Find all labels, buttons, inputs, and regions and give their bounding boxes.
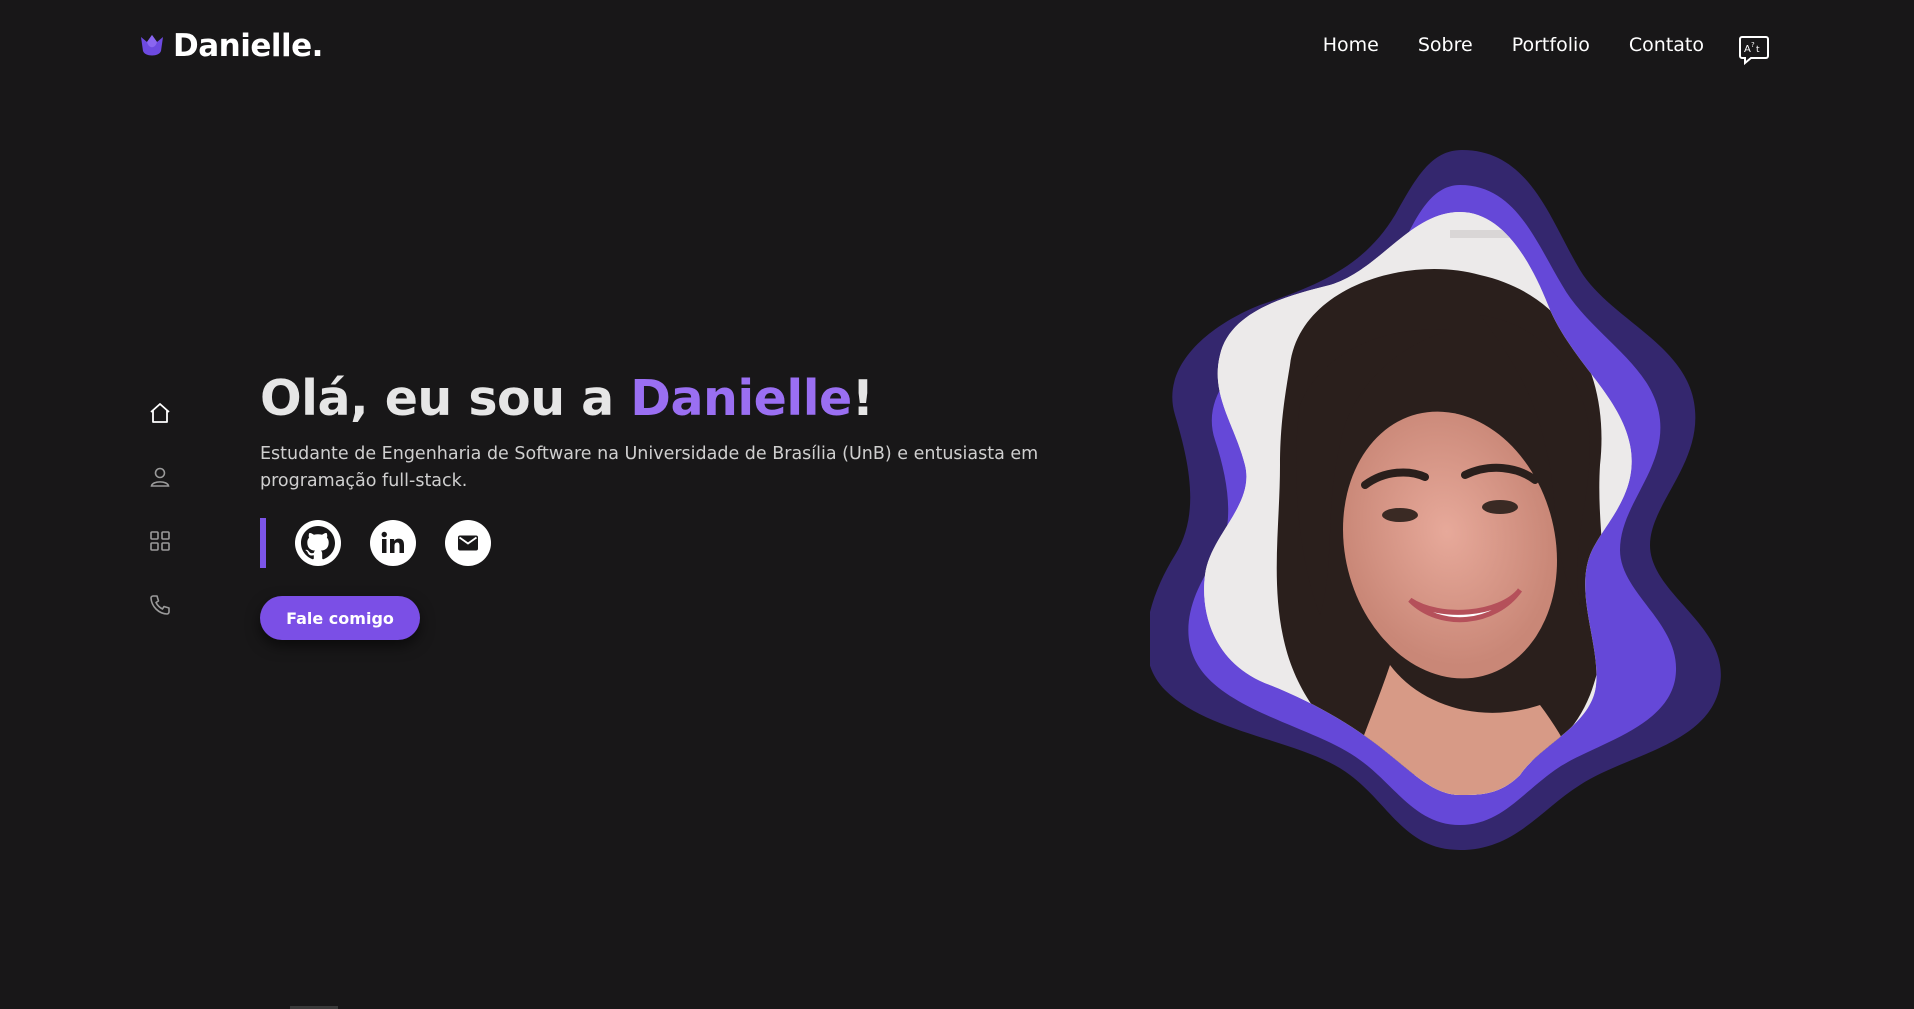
hero-title: Olá, eu sou a Danielle!: [260, 370, 874, 427]
side-nav-home[interactable]: [145, 398, 175, 428]
nav-home[interactable]: Home: [1323, 34, 1379, 56]
mail-icon: [458, 535, 478, 551]
hero-exclaim: !: [851, 370, 874, 427]
profile-portrait: [1150, 150, 1721, 850]
svg-text:t: t: [1756, 45, 1760, 55]
main-nav: Home Sobre Portfolio Contato: [1323, 34, 1704, 56]
nav-sobre[interactable]: Sobre: [1418, 34, 1473, 56]
logo[interactable]: Danielle.: [137, 28, 323, 64]
hero-description: Estudante de Engenharia de Software na U…: [260, 444, 1039, 491]
contact-me-button[interactable]: Fale comigo: [260, 596, 420, 640]
side-nav-contact[interactable]: [145, 590, 175, 620]
linkedin-icon: [381, 531, 404, 553]
github-link[interactable]: [295, 520, 341, 566]
phone-icon: [150, 595, 170, 615]
nav-portfolio[interactable]: Portfolio: [1512, 34, 1590, 56]
logo-text: Danielle.: [173, 28, 323, 64]
side-nav-about[interactable]: [145, 462, 175, 492]
social-links: [260, 518, 520, 568]
home-icon: [150, 403, 170, 423]
email-link[interactable]: [445, 520, 491, 566]
user-icon: [150, 467, 170, 487]
nav-contato[interactable]: Contato: [1629, 34, 1704, 56]
side-nav-portfolio[interactable]: [145, 526, 175, 556]
social-accent-bar: [260, 518, 266, 568]
translate-button[interactable]: A ? t: [1738, 34, 1770, 66]
svg-text:A: A: [1744, 44, 1751, 55]
svg-text:?: ?: [1751, 41, 1755, 49]
tulip-logo-icon: [141, 35, 163, 56]
github-icon: [301, 526, 335, 560]
side-nav: [145, 398, 175, 620]
hero-name: Danielle: [630, 370, 852, 427]
linkedin-link[interactable]: [370, 520, 416, 566]
translate-icon: A ? t: [1739, 36, 1769, 66]
site-header: Danielle. Home Sobre Portfolio Contato A…: [0, 0, 1914, 100]
grid-icon: [150, 531, 170, 551]
hero-greeting: Olá, eu sou a: [260, 370, 631, 427]
